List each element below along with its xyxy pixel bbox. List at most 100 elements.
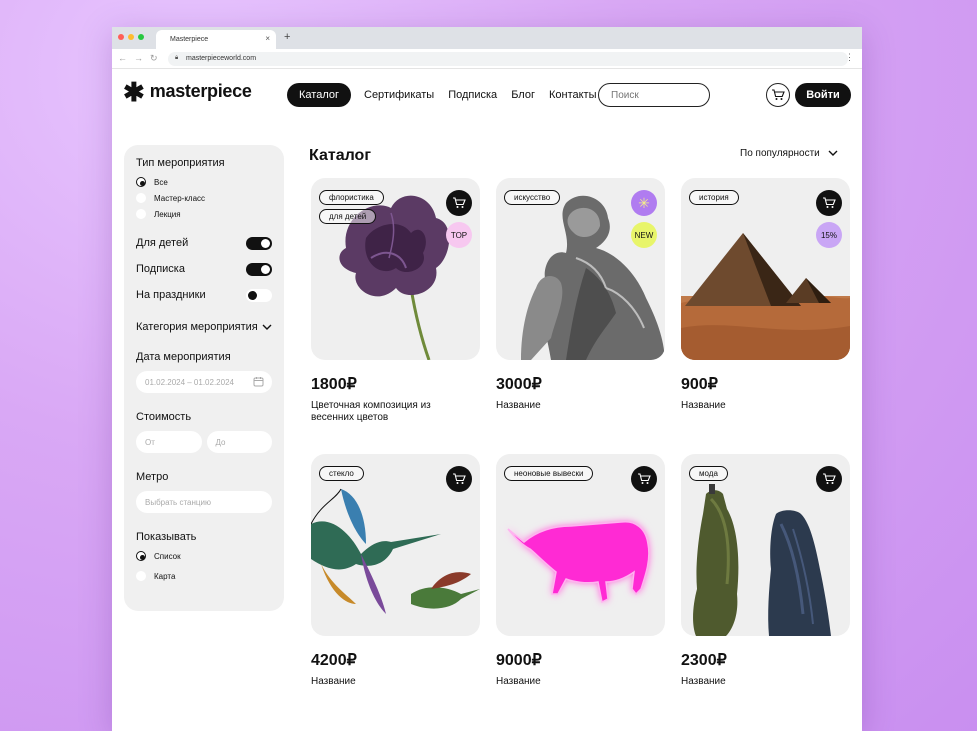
show-option[interactable]: Карта — [136, 571, 272, 581]
product-card[interactable]: флористика для детей TOP 1800₽ Цветочная… — [311, 178, 480, 424]
lock-icon: 🔒︎ — [175, 55, 179, 61]
header-cart-button[interactable] — [766, 83, 790, 107]
add-to-cart-button[interactable] — [816, 466, 842, 492]
nav-blog[interactable]: Блог — [504, 83, 542, 107]
site-logo[interactable]: ✱ masterpiece — [123, 79, 252, 105]
tag[interactable]: мода — [689, 466, 728, 481]
new-tab-button[interactable]: + — [284, 31, 290, 43]
catalog-title: Каталог — [309, 147, 371, 164]
card-name[interactable]: Название — [311, 676, 480, 688]
holidays-toggle[interactable] — [246, 288, 272, 302]
subscription-toggle[interactable] — [246, 262, 272, 276]
cost-to-field[interactable]: До — [206, 431, 272, 453]
tag[interactable]: искусство — [504, 190, 561, 205]
card-name[interactable]: Название — [681, 676, 850, 688]
browser-tab[interactable]: Masterpiece × — [156, 30, 276, 49]
add-to-cart-button[interactable] — [446, 466, 472, 492]
login-button[interactable]: Войти — [795, 83, 851, 107]
event-type-option[interactable]: Лекция — [136, 209, 272, 219]
card-price: 2300₽ — [681, 652, 727, 669]
card-price: 9000₽ — [496, 652, 542, 669]
radio-selected[interactable] — [136, 551, 146, 561]
card-tags: неоновые вывески — [504, 466, 594, 481]
kids-toggle[interactable] — [246, 236, 272, 250]
tag[interactable]: неоновые вывески — [504, 466, 594, 481]
product-card[interactable]: стекло 4200₽ Название — [311, 454, 480, 688]
nav-contacts[interactable]: Контакты — [542, 83, 604, 107]
tag[interactable]: флористика — [319, 190, 384, 205]
forward-button[interactable]: → — [134, 53, 143, 63]
url-field[interactable]: 🔒︎ masterpieceworld.com — [168, 52, 848, 66]
add-to-cart-button[interactable] — [631, 466, 657, 492]
card-image[interactable]: искусство ✳ NEW — [496, 178, 665, 360]
tab-close-icon[interactable]: × — [265, 34, 270, 43]
date-title: Дата мероприятия — [136, 351, 231, 363]
radio-unselected[interactable] — [136, 209, 146, 219]
event-type-option[interactable]: Все — [136, 177, 272, 187]
browser-menu-icon[interactable]: ⋮ — [845, 52, 854, 63]
calendar-icon[interactable] — [253, 376, 264, 387]
tab-title: Masterpiece — [170, 36, 209, 43]
card-image[interactable]: мода — [681, 454, 850, 636]
nav-catalog[interactable]: Каталог — [287, 83, 351, 107]
card-name[interactable]: Название — [496, 400, 665, 412]
event-type-title: Тип мероприятия — [136, 157, 225, 169]
event-type-option[interactable]: Мастер-класс — [136, 193, 272, 203]
radio-unselected[interactable] — [136, 571, 146, 581]
card-name[interactable]: Название — [681, 400, 850, 412]
card-price: 1800₽ — [311, 376, 357, 393]
card-image[interactable]: история 15% — [681, 178, 850, 360]
radio-unselected[interactable] — [136, 193, 146, 203]
top-badge: TOP — [446, 222, 472, 248]
chevron-down-icon — [262, 324, 272, 330]
date-range-field[interactable]: 01.02.2024 – 01.02.2024 — [136, 371, 272, 393]
card-name[interactable]: Название — [496, 676, 665, 688]
tag[interactable]: стекло — [319, 466, 364, 481]
maximize-window-button[interactable] — [138, 34, 144, 40]
radio-label: Мастер-класс — [154, 193, 206, 203]
radio-selected[interactable] — [136, 177, 146, 187]
card-image[interactable]: неоновые вывески — [496, 454, 665, 636]
cost-fields: От До — [136, 431, 272, 453]
card-tags: флористика для детей — [319, 190, 384, 224]
search-input[interactable] — [598, 83, 710, 107]
product-card[interactable]: искусство ✳ NEW 3000₽ Название — [496, 178, 665, 412]
url-text: masterpieceworld.com — [186, 55, 257, 62]
tag[interactable]: история — [689, 190, 739, 205]
nav-subscription[interactable]: Подписка — [441, 83, 504, 107]
radio-label: Список — [154, 551, 181, 561]
toggle-label: Для детей — [136, 237, 189, 249]
sort-dropdown[interactable]: По популярности — [740, 148, 838, 159]
card-image[interactable]: стекло — [311, 454, 480, 636]
show-option[interactable]: Список — [136, 551, 272, 561]
nav-certificates[interactable]: Сертификаты — [357, 83, 441, 107]
metro-field[interactable]: Выбрать станцию — [136, 491, 272, 513]
address-bar: ← → ↻ 🔒︎ masterpieceworld.com ⋮ — [112, 49, 862, 69]
add-to-cart-button[interactable] — [446, 190, 472, 216]
tag[interactable]: для детей — [319, 209, 377, 224]
cost-from-field[interactable]: От — [136, 431, 202, 453]
toggle-row-kids: Для детей — [136, 235, 272, 251]
discount-badge: 15% — [816, 222, 842, 248]
cart-icon — [823, 197, 836, 208]
tab-bar: Masterpiece × + — [112, 27, 862, 49]
card-tags: история — [689, 190, 739, 205]
close-window-button[interactable] — [118, 34, 124, 40]
card-price: 3000₽ — [496, 376, 542, 393]
minimize-window-button[interactable] — [128, 34, 134, 40]
add-to-cart-button[interactable] — [816, 190, 842, 216]
product-card[interactable]: неоновые вывески 9000₽ Название — [496, 454, 665, 688]
card-tags: мода — [689, 466, 728, 481]
category-label: Категория мероприятия — [136, 321, 258, 333]
reload-button[interactable]: ↻ — [150, 53, 158, 64]
radio-label: Карта — [154, 571, 176, 581]
star-icon: ✳ — [631, 190, 657, 216]
product-card[interactable]: история 15% 900₽ Название — [681, 178, 850, 412]
card-image[interactable]: флористика для детей TOP — [311, 178, 480, 360]
category-dropdown[interactable]: Категория мероприятия — [136, 321, 272, 333]
back-button[interactable]: ← — [118, 53, 127, 63]
product-card[interactable]: мода 2300₽ Название — [681, 454, 850, 688]
toggle-row-subscription: Подписка — [136, 261, 272, 277]
card-name[interactable]: Цветочная композиция из весенних цветов — [311, 400, 451, 424]
sort-label: По популярности — [740, 148, 820, 159]
